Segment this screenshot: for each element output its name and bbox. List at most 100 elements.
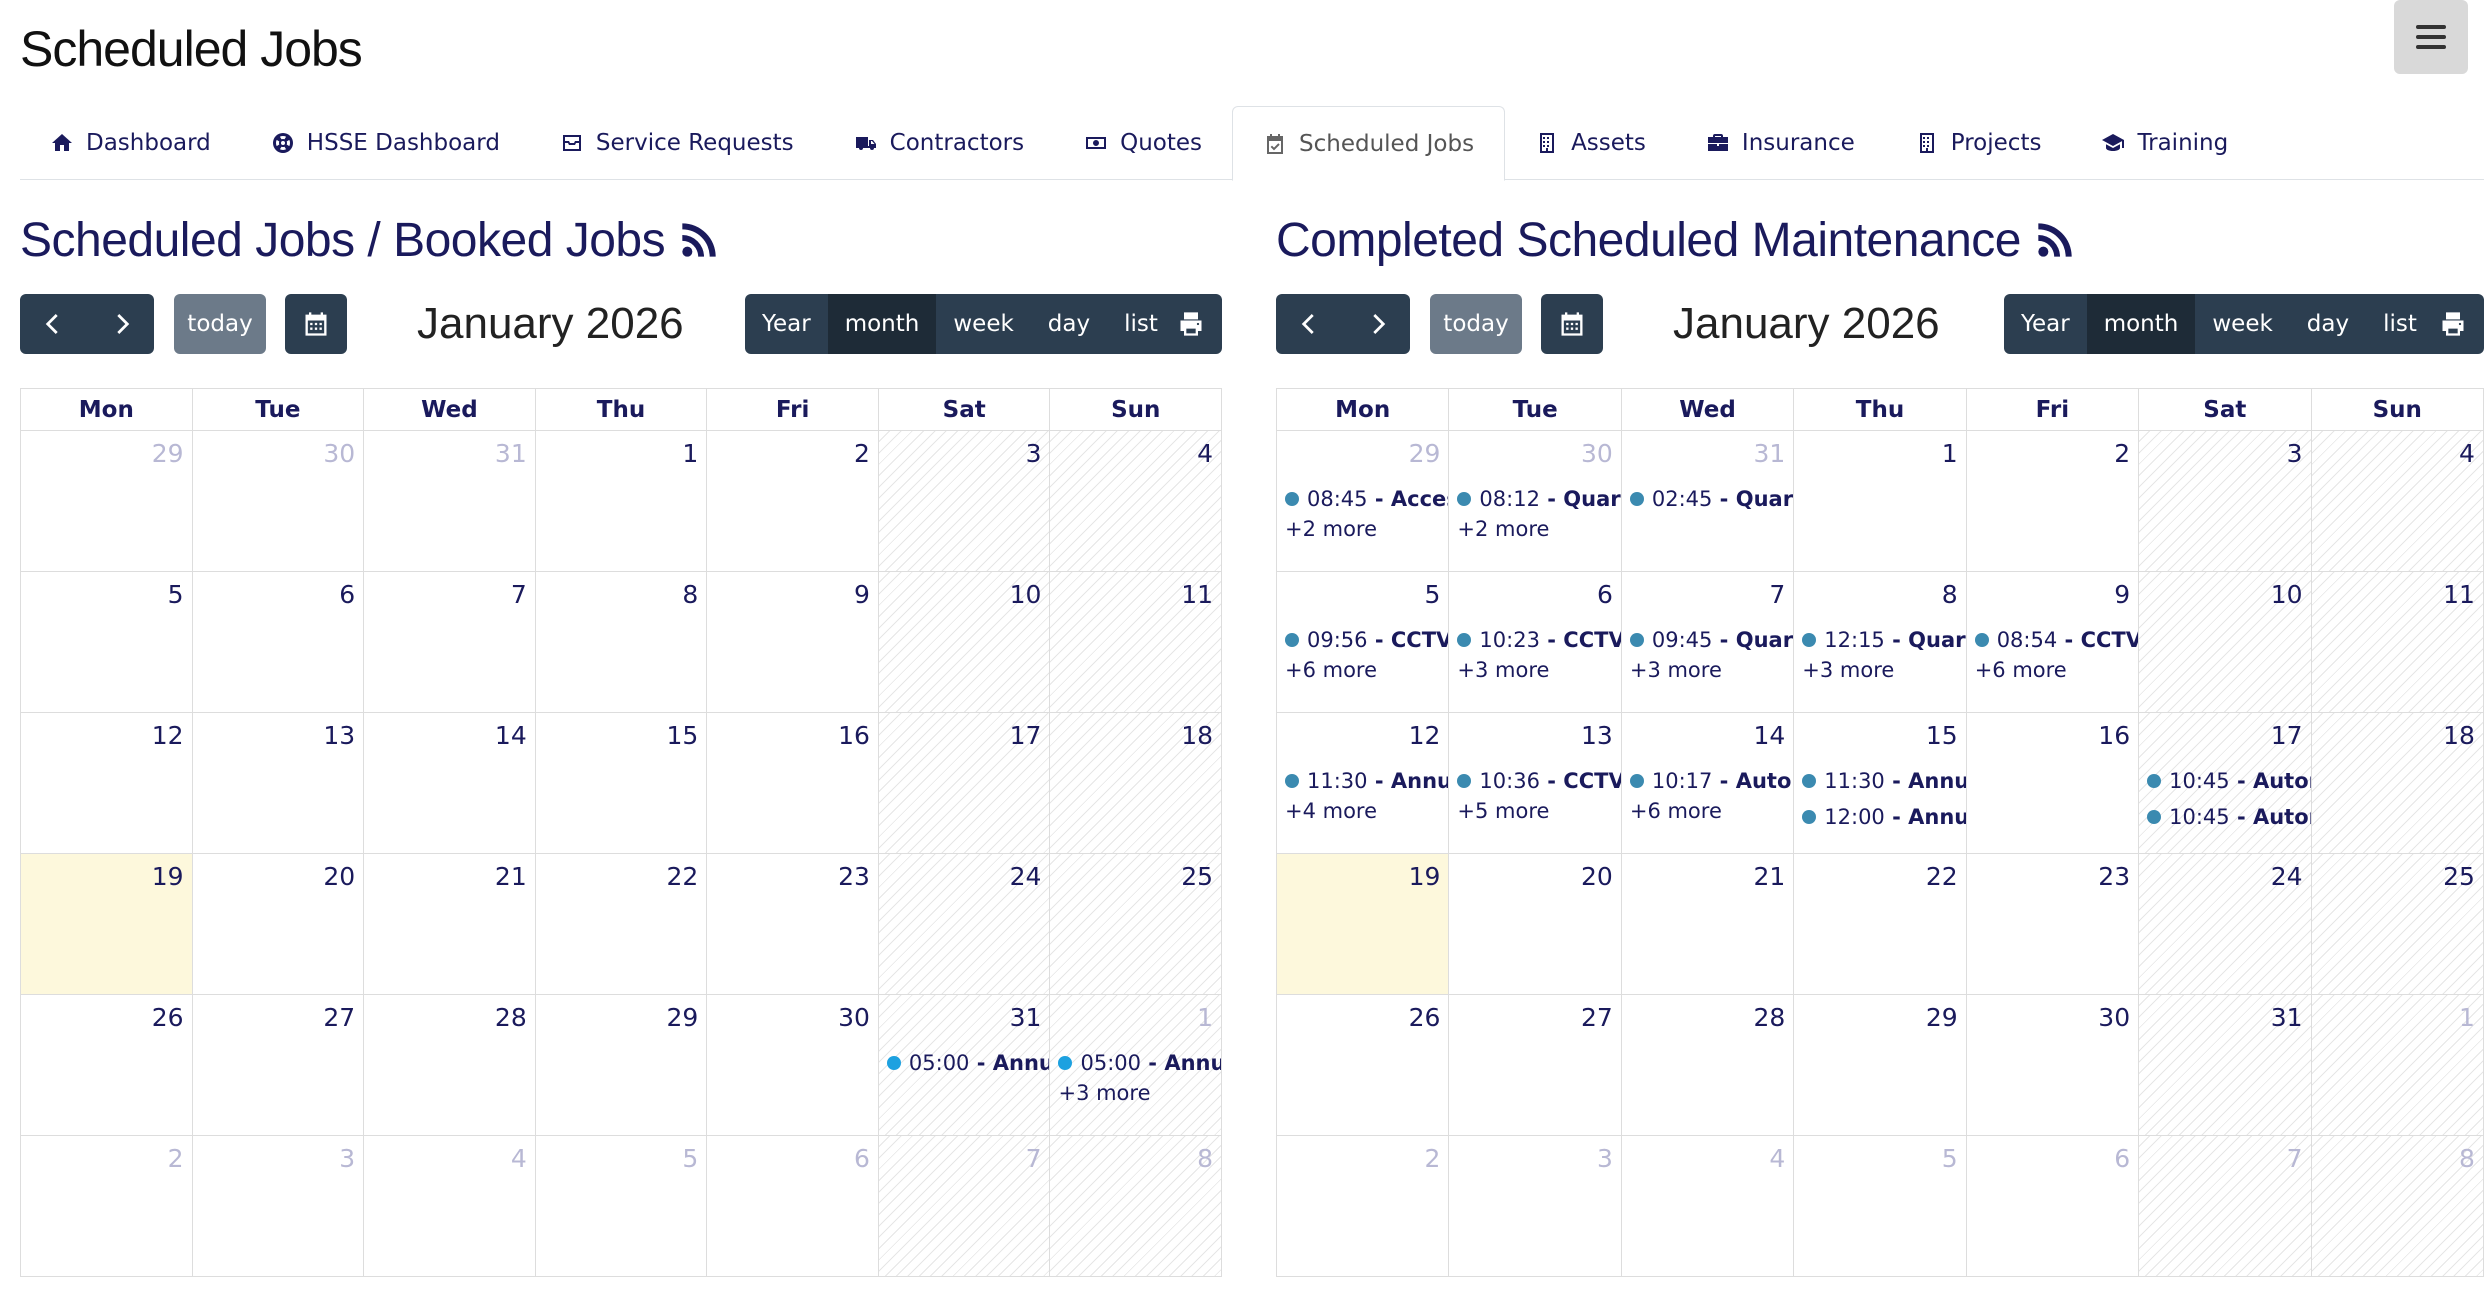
day-cell[interactable]: 2 [21, 1136, 193, 1277]
day-number[interactable]: 6 [854, 1144, 870, 1173]
day-cell[interactable]: 7 [878, 1136, 1051, 1277]
prev-month-button[interactable] [20, 294, 87, 354]
day-number[interactable]: 13 [1581, 721, 1613, 750]
day-number[interactable]: 4 [511, 1144, 527, 1173]
day-cell[interactable]: 30 [707, 995, 879, 1136]
day-number[interactable]: 8 [682, 580, 698, 609]
day-number[interactable]: 2 [2114, 439, 2130, 468]
day-cell[interactable]: 21 [364, 854, 536, 995]
calendar-event[interactable]: 10:45 - Autom [2147, 799, 2311, 835]
day-cell[interactable]: 28 [1621, 995, 1795, 1136]
day-cell[interactable]: 5 [535, 1136, 708, 1277]
day-cell[interactable]: 27 [1449, 995, 1622, 1136]
tab-insurance[interactable]: Insurance [1676, 106, 1885, 180]
day-number[interactable]: 5 [1942, 1144, 1958, 1173]
prev-month-button[interactable] [1276, 294, 1343, 354]
day-cell[interactable]: 3 [1449, 1136, 1622, 1277]
day-cell[interactable]: 24 [2139, 854, 2312, 995]
day-cell[interactable]: 29 [21, 431, 193, 572]
day-cell[interactable]: 7 [364, 572, 536, 713]
day-cell[interactable]: 2 [1277, 1136, 1450, 1277]
day-cell[interactable]: 13 [192, 713, 365, 854]
day-cell[interactable]: 812:15 - Quarte+3 more [1794, 572, 1967, 713]
day-number[interactable]: 29 [152, 439, 184, 468]
tab-quotes[interactable]: Quotes [1054, 106, 1232, 180]
day-number[interactable]: 18 [1181, 721, 1213, 750]
day-number[interactable]: 31 [1753, 439, 1785, 468]
more-events-link[interactable]: +6 more [1285, 658, 1448, 684]
calendar-event[interactable]: 11:30 - Annua [1285, 763, 1448, 799]
day-cell[interactable]: 30 [1966, 995, 2140, 1136]
tab-contractors[interactable]: Contractors [824, 106, 1054, 180]
day-cell[interactable]: 19 [1277, 854, 1450, 995]
tab-service-requests[interactable]: Service Requests [530, 106, 824, 180]
day-cell[interactable]: 8 [2311, 1136, 2484, 1277]
day-number[interactable]: 20 [1581, 862, 1613, 891]
day-number[interactable]: 4 [1769, 1144, 1785, 1173]
day-cell[interactable]: 3 [2139, 431, 2312, 572]
day-number[interactable]: 28 [495, 1003, 527, 1032]
view-day-button[interactable]: day [2289, 294, 2367, 354]
view-month-button[interactable]: month [2086, 294, 2196, 354]
day-cell[interactable]: 9 08:54 - CCTV +6 more [1966, 572, 2140, 713]
more-events-link[interactable]: +5 more [1457, 799, 1620, 825]
day-cell[interactable]: 2 [707, 431, 879, 572]
day-cell[interactable]: 1710:45 - Autom10:45 - Autom [2139, 713, 2312, 854]
day-cell[interactable]: 1410:17 - Autom+6 more [1621, 713, 1795, 854]
day-cell[interactable]: 27 [192, 995, 365, 1136]
day-number[interactable]: 31 [2271, 1003, 2303, 1032]
view-day-button[interactable]: day [1030, 294, 1108, 354]
day-number[interactable]: 26 [152, 1003, 184, 1032]
today-button[interactable]: today [1430, 294, 1522, 354]
day-number[interactable]: 3 [2287, 439, 2303, 468]
day-number[interactable]: 29 [667, 1003, 699, 1032]
more-events-link[interactable]: +3 more [1058, 1081, 1221, 1107]
day-number[interactable]: 6 [1597, 580, 1613, 609]
day-cell[interactable]: 8 [1050, 1136, 1223, 1277]
day-number[interactable]: 2 [1425, 1144, 1441, 1173]
day-number[interactable]: 24 [2271, 862, 2303, 891]
view-year-button[interactable]: Year [2004, 294, 2087, 354]
more-events-link[interactable]: +2 more [1457, 517, 1620, 543]
day-cell[interactable]: 709:45 - Quarte+3 more [1621, 572, 1795, 713]
calendar-event[interactable]: 09:56 - CCTV [1285, 622, 1448, 658]
calendar-event[interactable]: 08:45 - Access [1285, 481, 1448, 517]
date-picker-button[interactable] [285, 294, 347, 354]
day-number[interactable]: 14 [495, 721, 527, 750]
day-number[interactable]: 4 [1197, 439, 1213, 468]
day-number[interactable]: 1 [682, 439, 698, 468]
day-number[interactable]: 5 [682, 1144, 698, 1173]
tab-dashboard[interactable]: Dashboard [20, 106, 241, 180]
day-number[interactable]: 13 [323, 721, 355, 750]
tab-scheduled-jobs[interactable]: Scheduled Jobs [1232, 106, 1506, 181]
day-number[interactable]: 11 [2443, 580, 2475, 609]
day-number[interactable]: 7 [2287, 1144, 2303, 1173]
day-cell[interactable]: 1 [2311, 995, 2484, 1136]
day-number[interactable]: 22 [1926, 862, 1958, 891]
day-cell[interactable]: 22 [1794, 854, 1967, 995]
day-number[interactable]: 28 [1753, 1003, 1785, 1032]
day-cell[interactable]: 13 10:36 - CCTV +5 more [1449, 713, 1622, 854]
today-button[interactable]: today [174, 294, 266, 354]
day-cell[interactable]: 29 [535, 995, 708, 1136]
day-cell[interactable]: 14 [364, 713, 536, 854]
tab-hsse-dashboard[interactable]: HSSE Dashboard [241, 106, 530, 180]
day-number[interactable]: 7 [1769, 580, 1785, 609]
hamburger-menu-button[interactable] [2394, 0, 2468, 74]
day-number[interactable]: 7 [511, 580, 527, 609]
more-events-link[interactable]: +4 more [1285, 799, 1448, 825]
calendar-event[interactable]: 05:00 - Annual [886, 1045, 1049, 1081]
day-cell[interactable]: 1511:30 - Annua12:00 - Annua [1794, 713, 1967, 854]
day-number[interactable]: 3 [339, 1144, 355, 1173]
day-cell[interactable]: 6 [707, 1136, 879, 1277]
calendar-event[interactable]: 08:12 - Quarte [1457, 481, 1621, 517]
day-cell[interactable]: 19 [21, 854, 193, 995]
day-cell[interactable]: 9 [707, 572, 879, 713]
day-number[interactable]: 19 [152, 862, 184, 891]
day-number[interactable]: 18 [2443, 721, 2475, 750]
day-cell[interactable]: 20 [192, 854, 365, 995]
day-cell[interactable]: 18 [1050, 713, 1223, 854]
calendar-event[interactable]: 08:54 - CCTV [1974, 622, 2138, 658]
next-month-button[interactable] [1343, 294, 1410, 354]
calendar-event[interactable]: 10:36 - CCTV [1457, 763, 1621, 799]
